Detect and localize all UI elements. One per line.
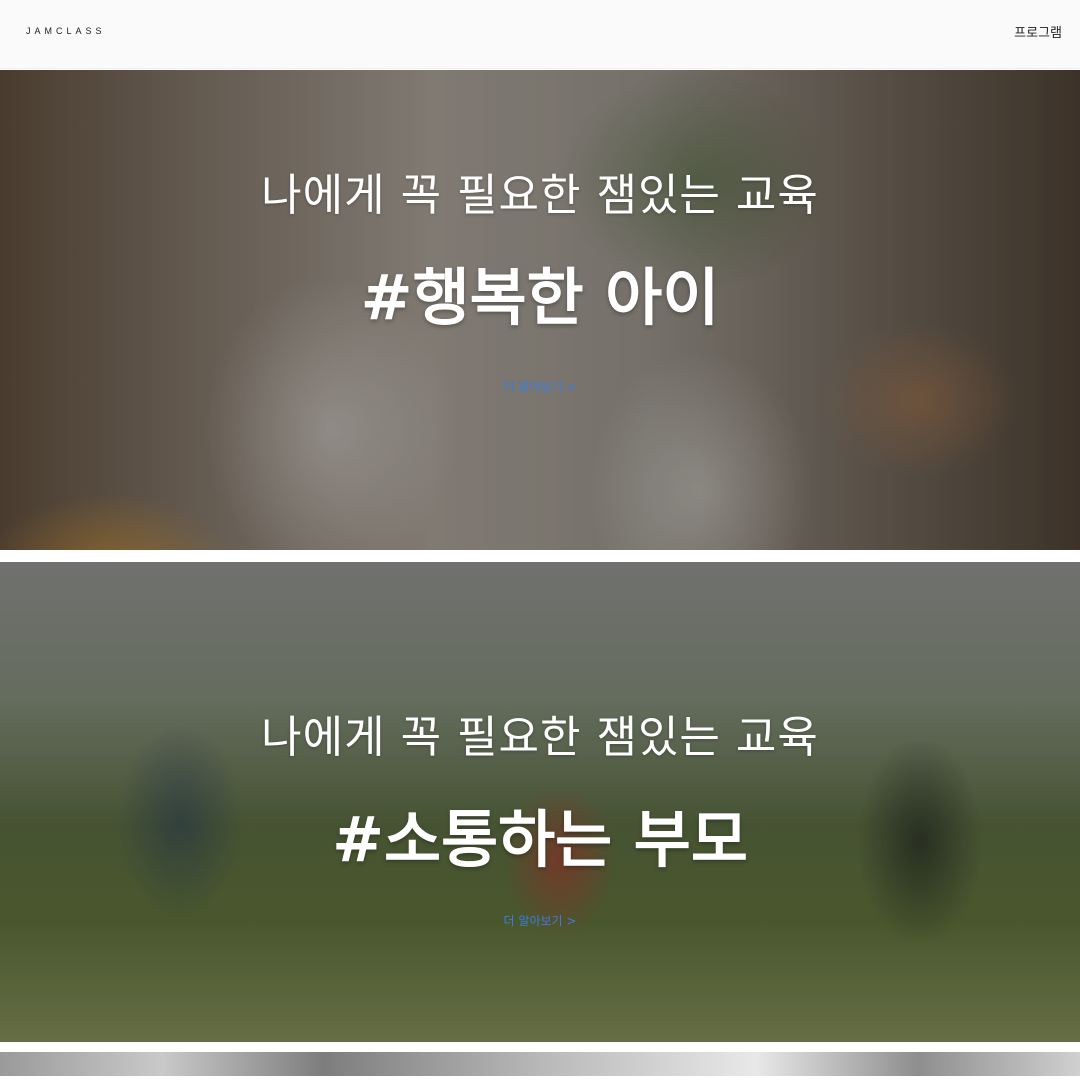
site-logo[interactable]: JAMCLASS — [26, 26, 106, 36]
hero-subtitle: 나에게 꼭 필요한 잼있는 교육 — [261, 170, 819, 221]
learn-more-link[interactable]: 더 알아보기 > — [504, 912, 577, 929]
hero-title: #행복한 아이 — [360, 261, 720, 334]
hero-content: 나에게 꼭 필요한 잼있는 교육 #행복한 아이 더 알아보기 > — [0, 166, 1080, 395]
hero-section-happy-child: 나에게 꼭 필요한 잼있는 교육 #행복한 아이 더 알아보기 > — [0, 70, 1080, 550]
learn-more-link[interactable]: 더 알아보기 > — [504, 378, 577, 395]
site-header: JAMCLASS 프로그램 — [0, 0, 1080, 69]
hero-title: #소통하는 부모 — [332, 803, 748, 876]
hero-section-communicating-parent: 나에게 꼭 필요한 잼있는 교육 #소통하는 부모 더 알아보기 > — [0, 562, 1080, 1042]
hero-content: 나에게 꼭 필요한 잼있는 교육 #소통하는 부모 더 알아보기 > — [0, 708, 1080, 929]
hero-subtitle: 나에게 꼭 필요한 잼있는 교육 — [261, 712, 819, 763]
next-section-image-strip — [0, 1052, 1080, 1076]
nav-link-program[interactable]: 프로그램 — [1014, 22, 1062, 41]
